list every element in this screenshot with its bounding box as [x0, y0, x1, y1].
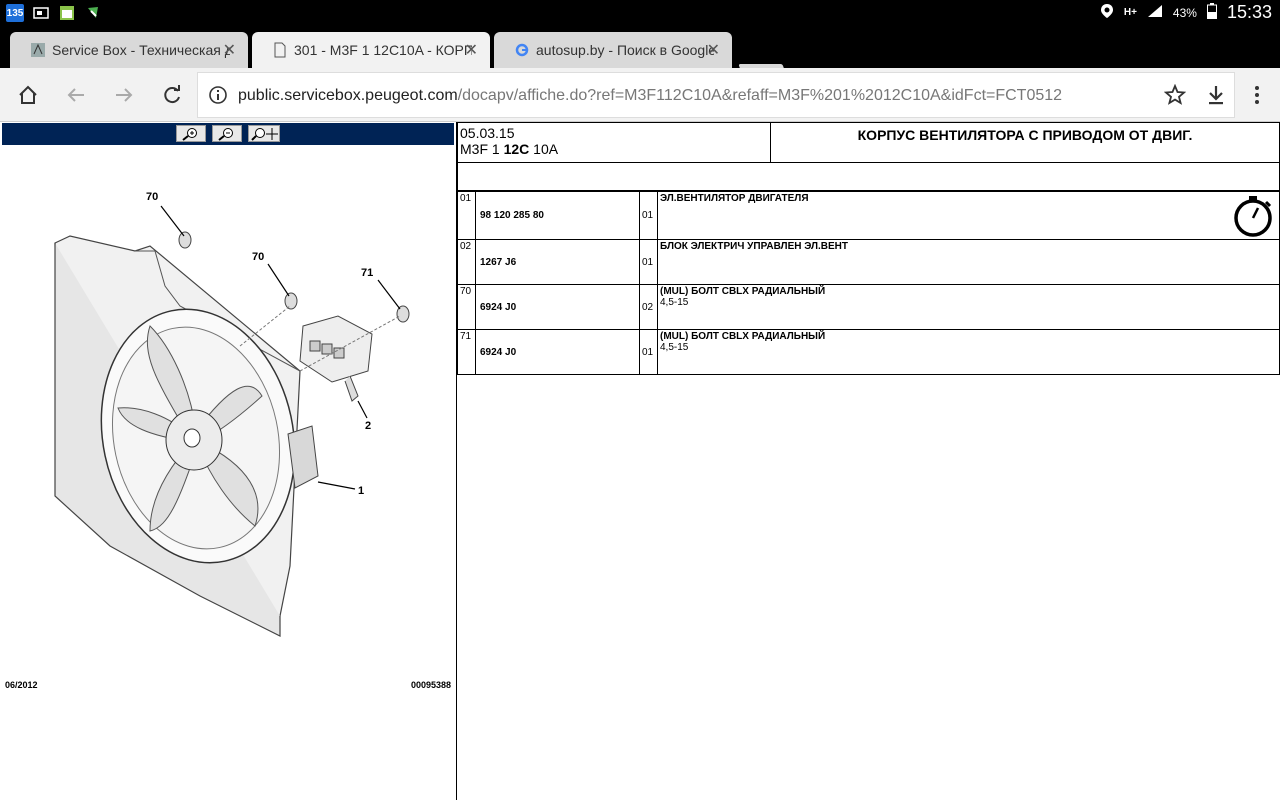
tab-service-box[interactable]: Service Box - Техническая д ✕ [10, 32, 248, 68]
close-icon[interactable]: ✕ [223, 40, 236, 60]
reload-button[interactable] [158, 81, 186, 109]
part-specification: 4,5-15 [660, 297, 689, 308]
callout-1: 1 [358, 485, 364, 497]
page-content: 70 70 71 2 1 06/2012 00095388 05.03.15 M… [0, 122, 1280, 800]
position-cell: 01 [457, 191, 476, 240]
quantity-cell: 02 [639, 284, 658, 330]
tab-title: autosup.by - Поиск в Google [536, 42, 714, 58]
diagram-date: 06/2012 [5, 680, 38, 690]
url-host: public.servicebox.peugeot.com [238, 87, 458, 104]
address-bar[interactable]: public.servicebox.peugeot.com/docapv/aff… [197, 72, 1235, 118]
zoom-out-icon [218, 127, 233, 141]
header-info-cell: 05.03.15 M3F 1 12C 10A [457, 122, 771, 163]
network-type-label: H+ [1123, 7, 1137, 18]
download-button[interactable] [1202, 81, 1230, 109]
battery-percent: 43% [1172, 5, 1197, 20]
download-icon [1209, 86, 1223, 105]
position-cell: 70 [457, 284, 476, 330]
header-table: 05.03.15 M3F 1 12C 10A КОРПУС ВЕНТИЛЯТОР… [457, 122, 1280, 163]
forward-button[interactable] [110, 81, 138, 109]
home-button[interactable] [14, 81, 42, 109]
image-toolbar [2, 123, 454, 145]
more-vertical-icon [1255, 86, 1259, 104]
zoom-in-button[interactable] [176, 125, 206, 142]
description-cell: (MUL) БОЛТ CBLX РАДИАЛЬНЫЙ 4,5-15 [657, 329, 1280, 375]
part-number-cell[interactable]: 1267 J6 [475, 239, 640, 285]
page-icon [272, 42, 288, 58]
tab-title: Service Box - Техническая д [52, 42, 230, 58]
browser-toolbar: public.servicebox.peugeot.com/docapv/aff… [0, 68, 1280, 122]
part-description: (MUL) БОЛТ CBLX РАДИАЛЬНЫЙ [660, 286, 826, 297]
status-bar: 135 H+ 43% 15:33 [0, 0, 1280, 26]
table-row[interactable]: 01 98 120 285 80 01 ЭЛ.ВЕНТИЛЯТОР ДВИГАТ… [457, 191, 1280, 241]
part-description: (MUL) БОЛТ CBLX РАДИАЛЬНЫЙ [660, 331, 826, 342]
quantity-cell: 01 [639, 191, 658, 240]
part-description: БЛОК ЭЛЕКТРИЧ УПРАВЛЕН ЭЛ.ВЕНТ [660, 241, 848, 252]
forward-arrow-icon [116, 88, 133, 102]
cast-icon [32, 4, 50, 22]
tab-title: 301 - M3F 1 12C10A - КОРП [294, 42, 472, 58]
tab-strip: Service Box - Техническая д ✕ 301 - M3F … [0, 26, 1280, 84]
table-row[interactable]: 70 6924 J0 02 (MUL) БОЛТ CBLX РАДИАЛЬНЫЙ… [457, 284, 1280, 330]
clock: 15:33 [1226, 2, 1272, 22]
close-icon[interactable]: ✕ [465, 40, 478, 60]
header-reference: M3F 1 12C 10A [460, 141, 559, 157]
signal-icon [1147, 4, 1163, 21]
quantity-cell: 01 [639, 239, 658, 285]
position-cell: 02 [457, 239, 476, 285]
battery-icon [1206, 3, 1217, 22]
url-path: /docapv/affiche.do?ref=M3F112C10A&refaff… [457, 87, 1063, 104]
tab-current-page[interactable]: 301 - M3F 1 12C10A - КОРП ✕ [252, 32, 490, 68]
stopwatch-icon[interactable] [1233, 194, 1275, 241]
parts-table: 01 98 120 285 80 01 ЭЛ.ВЕНТИЛЯТОР ДВИГАТ… [457, 191, 1280, 375]
close-icon[interactable]: ✕ [707, 40, 720, 60]
description-cell: ЭЛ.ВЕНТИЛЯТОР ДВИГАТЕЛЯ [657, 191, 1280, 241]
table-row[interactable]: 02 1267 J6 01 БЛОК ЭЛЕКТРИЧ УПРАВЛЕН ЭЛ.… [457, 239, 1280, 285]
zoom-pan-icon [251, 127, 278, 141]
position-cell: 71 [457, 329, 476, 375]
fan-shroud-diagram: 70 70 71 2 1 [54, 191, 410, 637]
quantity-cell: 01 [639, 329, 658, 375]
header-date: 05.03.15 [460, 125, 515, 141]
callout-2: 2 [365, 420, 371, 432]
header-spacer-row [457, 162, 1280, 191]
part-number-cell[interactable]: 6924 J0 [475, 284, 640, 330]
peugeot-icon [30, 42, 46, 58]
part-specification: 4,5-15 [660, 342, 689, 353]
home-icon [19, 85, 37, 104]
page-title: КОРПУС ВЕНТИЛЯТОРА С ПРИВОДОМ ОТ ДВИГ. [770, 122, 1280, 163]
table-row[interactable]: 71 6924 J0 01 (MUL) БОЛТ CBLX РАДИАЛЬНЫЙ… [457, 329, 1280, 375]
callout-71: 71 [361, 267, 373, 279]
google-icon [514, 42, 530, 58]
shield-app-icon [84, 4, 102, 22]
description-cell: БЛОК ЭЛЕКТРИЧ УПРАВЛЕН ЭЛ.ВЕНТ [657, 239, 1280, 285]
diagram-reference: 00095388 [410, 680, 451, 690]
callout-70-b: 70 [252, 251, 264, 263]
part-description: ЭЛ.ВЕНТИЛЯТОР ДВИГАТЕЛЯ [660, 193, 809, 204]
overflow-menu-button[interactable] [1243, 81, 1271, 109]
description-cell: (MUL) БОЛТ CBLX РАДИАЛЬНЫЙ 4,5-15 [657, 284, 1280, 330]
zoom-out-button[interactable] [212, 125, 242, 142]
zoom-pan-button[interactable] [248, 125, 280, 142]
back-button[interactable] [62, 81, 90, 109]
reload-icon [164, 85, 180, 104]
back-arrow-icon [67, 88, 84, 102]
parts-pane: 05.03.15 M3F 1 12C 10A КОРПУС ВЕНТИЛЯТОР… [457, 122, 1280, 800]
url-text[interactable]: public.servicebox.peugeot.com/docapv/aff… [238, 87, 1062, 105]
notification-badge: 135 [6, 4, 24, 22]
calendar-icon [58, 4, 76, 22]
bookmark-star-icon[interactable] [1163, 83, 1187, 111]
zoom-in-icon [182, 127, 197, 141]
part-number-cell[interactable]: 98 120 285 80 [475, 191, 640, 240]
info-icon[interactable] [208, 85, 228, 110]
location-icon [1100, 3, 1114, 22]
part-number-cell[interactable]: 6924 J0 [475, 329, 640, 375]
tab-google-search[interactable]: autosup.by - Поиск в Google ✕ [494, 32, 732, 68]
callout-70-a: 70 [146, 191, 158, 203]
diagram-pane: 70 70 71 2 1 06/2012 00095388 [0, 122, 457, 800]
